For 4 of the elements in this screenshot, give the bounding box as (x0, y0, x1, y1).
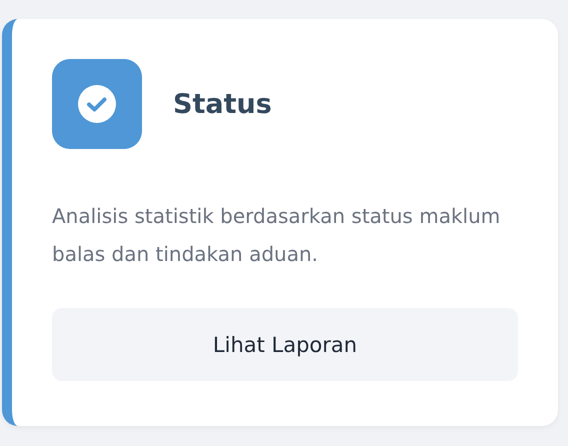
view-report-button[interactable]: Lihat Laporan (52, 308, 518, 381)
card-description: Analisis statistik berdasarkan status maklum balas dan tindakan aduan. (52, 203, 502, 268)
card-title: Status (173, 88, 272, 120)
status-icon (52, 59, 142, 149)
